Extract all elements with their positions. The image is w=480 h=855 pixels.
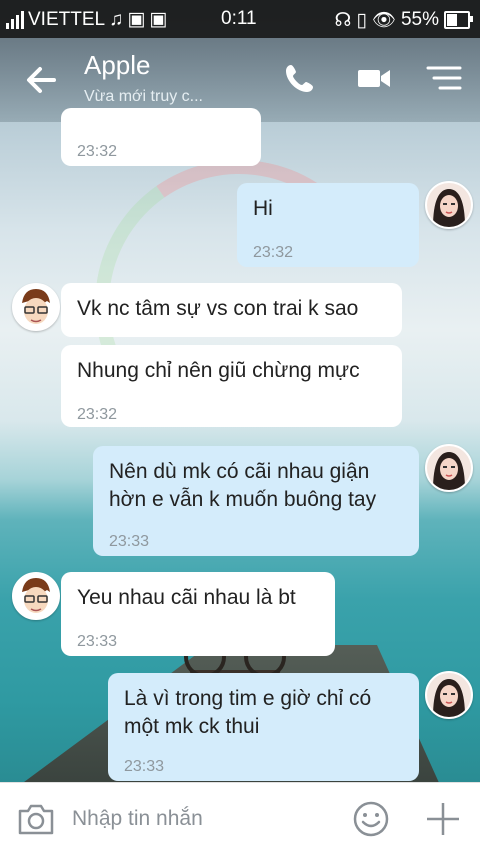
music-icon: ♫ xyxy=(109,8,124,30)
battery-icon xyxy=(444,11,473,29)
emoji-icon[interactable] xyxy=(352,800,390,838)
avatar-self[interactable] xyxy=(425,181,473,229)
status-bar: VIETTEL ♫ ▣ ▣ 0:11 ☊ ▯ 👁 55% xyxy=(0,0,480,38)
message-bubble-outgoing[interactable]: Là vì trong tim e giờ chỉ có một mk ck t… xyxy=(108,673,419,781)
message-text: Nhung chỉ nên giũ chừng mực xyxy=(77,359,360,382)
last-seen-status: Vừa mới truy c... xyxy=(84,88,203,105)
plus-icon[interactable] xyxy=(425,801,461,837)
image-icon: ▣ xyxy=(127,9,146,30)
message-bubble-outgoing[interactable]: Nên dù mk có cãi nhau giận hờn e vẫn k m… xyxy=(93,446,419,556)
message-input[interactable]: Nhập tin nhắn xyxy=(72,807,203,831)
camera-icon[interactable] xyxy=(16,801,56,837)
message-time: 23:32 xyxy=(253,244,294,261)
image-icon-2: ▣ xyxy=(149,9,168,30)
headset-icon: ☊ xyxy=(334,9,352,31)
message-bubble-incoming[interactable]: Vk nc tâm sự vs con trai k sao xyxy=(61,283,402,337)
message-bubble-incoming[interactable]: Nhung chỉ nên giũ chừng mực 23:32 xyxy=(61,345,402,427)
phone-icon[interactable] xyxy=(282,60,322,100)
eye-icon: 👁 xyxy=(371,10,396,31)
menu-icon[interactable] xyxy=(426,60,466,100)
message-bubble-incoming[interactable]: Yeu nhau cãi nhau là bt 23:33 xyxy=(61,572,335,656)
message-text: Là vì trong tim e giờ chỉ có một mk ck t… xyxy=(124,687,372,738)
message-text: Yeu nhau cãi nhau là bt xyxy=(77,586,296,609)
avatar-contact[interactable] xyxy=(12,283,60,331)
contact-name[interactable]: Apple xyxy=(84,50,151,81)
message-bubble-incoming[interactable]: 23:32 xyxy=(61,108,261,166)
message-text: Hi xyxy=(253,197,273,220)
video-camera-icon[interactable] xyxy=(356,60,396,100)
message-bubble-outgoing[interactable]: Hi 23:32 xyxy=(237,183,419,267)
avatar-self[interactable] xyxy=(425,444,473,492)
message-time: 23:32 xyxy=(77,406,118,423)
battery-percent: 55% xyxy=(400,9,439,30)
message-text: Nên dù mk có cãi nhau giận hờn e vẫn k m… xyxy=(109,460,377,511)
avatar-self[interactable] xyxy=(425,671,473,719)
avatar-contact[interactable] xyxy=(12,572,60,620)
back-arrow-icon[interactable] xyxy=(22,60,62,100)
message-time: 23:33 xyxy=(77,633,118,650)
phone-signal-icon: ▯ xyxy=(356,9,367,31)
message-time: 23:33 xyxy=(124,758,165,775)
message-text: Vk nc tâm sự vs con trai k sao xyxy=(77,297,359,320)
carrier-name: VIETTEL xyxy=(28,8,106,30)
message-input-bar: Nhập tin nhắn xyxy=(0,782,480,855)
message-time: 23:33 xyxy=(109,533,150,550)
status-time: 0:11 xyxy=(221,8,257,29)
message-time: 23:32 xyxy=(77,143,118,160)
signal-icon xyxy=(6,10,24,29)
